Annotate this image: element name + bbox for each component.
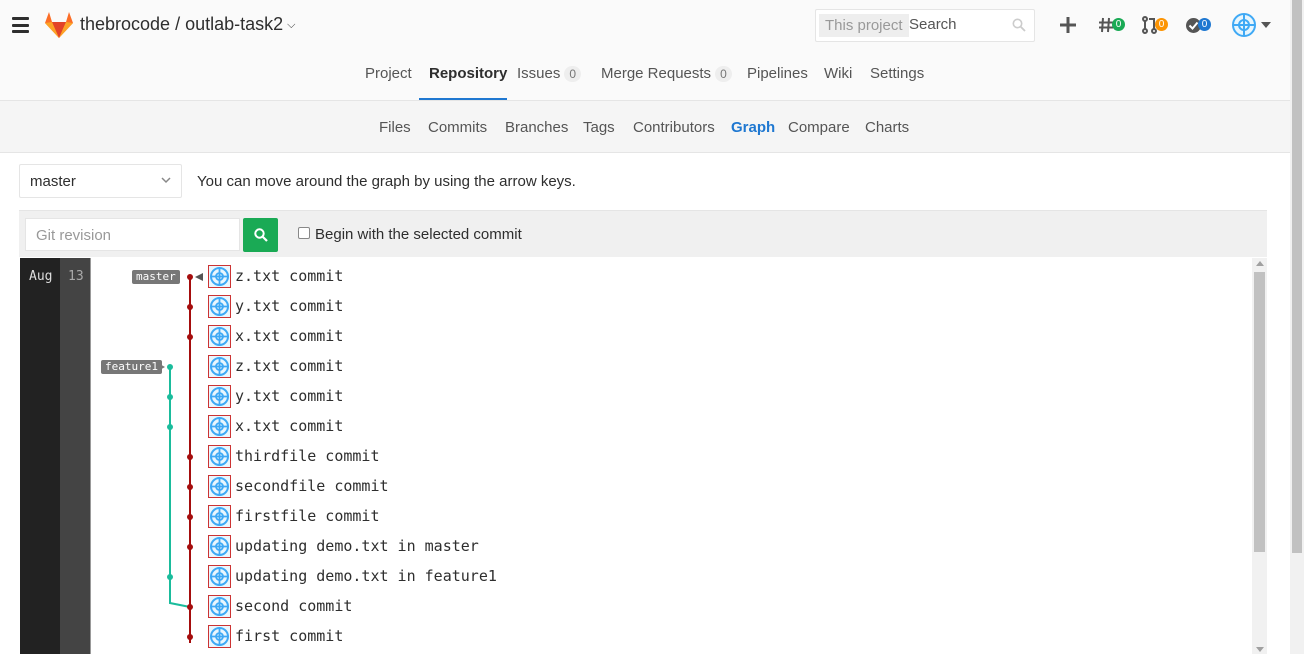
commit-message[interactable]: z.txt commit [235,267,343,285]
tab-project[interactable]: Project [365,65,412,82]
commit-dot[interactable] [167,574,173,580]
author-avatar-icon[interactable] [208,475,231,498]
tab-issues[interactable]: Issues 0 [517,65,582,82]
merge-requests-count: 0 [715,66,732,82]
commit-message[interactable]: x.txt commit [235,327,343,345]
commit-dot[interactable] [167,424,173,430]
branch-select-value: master [30,173,76,190]
search-revision-button[interactable] [243,218,278,252]
chevron-down-icon [161,177,171,184]
active-tab-indicator [419,98,507,100]
project-path[interactable]: thebrocode / outlab-task2 [80,14,283,34]
repository-subnav: Files Commits Branches Tags Contributors… [0,101,1290,153]
tab-merge-requests[interactable]: Merge Requests 0 [601,65,732,82]
begin-selected-commit-label[interactable]: Begin with the selected commit [315,226,522,243]
subtab-commits[interactable]: Commits [428,119,487,136]
subtab-tags[interactable]: Tags [583,119,615,136]
commit-dot[interactable] [187,484,193,490]
commit-dot[interactable] [167,364,173,370]
author-avatar-icon[interactable] [208,595,231,618]
author-avatar-icon[interactable] [208,445,231,468]
commit-dot[interactable] [187,544,193,550]
tab-repository[interactable]: Repository [429,65,507,82]
gitlab-logo-icon[interactable] [44,11,74,39]
commit-message[interactable]: firstfile commit [235,507,380,525]
subtab-files[interactable]: Files [379,119,411,136]
chevron-down-icon[interactable]: ⌵ [287,19,295,31]
page-scrollbar[interactable] [1290,0,1304,654]
commit-dot[interactable] [167,394,173,400]
tab-settings[interactable]: Settings [870,65,924,82]
commit-message[interactable]: first commit [235,627,343,645]
subtab-branches[interactable]: Branches [505,119,568,136]
commit-message[interactable]: y.txt commit [235,387,343,405]
ref-label-master[interactable]: master [132,270,180,284]
commit-dot[interactable] [187,454,193,460]
author-avatar-icon[interactable] [208,565,231,588]
author-avatar-icon[interactable] [208,355,231,378]
graph-hint-text: You can move around the graph by using t… [197,173,576,190]
author-avatar-icon[interactable] [208,295,231,318]
plus-icon[interactable] [1060,17,1076,33]
graph-filter-bar: Git revision Begin with the selected com… [19,210,1267,257]
commit-message[interactable]: z.txt commit [235,357,343,375]
commit-message[interactable]: secondfile commit [235,477,389,495]
ref-label-feature1[interactable]: feature1 [101,360,162,374]
commit-dot[interactable] [187,604,193,610]
project-nav: Project Repository Issues 0 Merge Request… [0,52,1290,101]
commit-message[interactable]: x.txt commit [235,417,343,435]
branch-lines [158,273,203,643]
commit-message[interactable]: thirdfile commit [235,447,380,465]
git-revision-placeholder: Git revision [36,227,112,244]
tab-pipelines[interactable]: Pipelines [747,65,808,82]
issues-count: 0 [564,66,582,82]
tab-merge-requests-label: Merge Requests [601,65,712,82]
begin-selected-commit-checkbox[interactable] [298,227,310,239]
network-graph[interactable]: Aug 13 master feature1 z.txt commit y.txt… [20,258,1267,654]
author-avatar-icon[interactable] [208,385,231,408]
todos-count-badge: 0 [1198,18,1211,31]
search-icon [1012,18,1026,32]
author-avatar-icon[interactable] [208,265,231,288]
merge-requests-count-badge: 0 [1155,18,1168,31]
search-scope-badge[interactable]: This project [819,14,909,37]
project-title[interactable]: thebrocode / outlab-task2 ⌵ [80,14,295,35]
tab-wiki[interactable]: Wiki [824,65,852,82]
scroll-up-arrow-icon[interactable] [1256,261,1264,266]
search-box[interactable]: This project Search [815,9,1035,42]
author-avatar-icon[interactable] [208,325,231,348]
commit-message[interactable]: updating demo.txt in feature1 [235,567,497,585]
search-icon [254,228,268,242]
user-avatar-icon[interactable] [1231,12,1257,38]
head-marker-icon [195,273,203,281]
commit-dot[interactable] [187,634,193,640]
subtab-compare[interactable]: Compare [788,119,850,136]
commit-message[interactable]: y.txt commit [235,297,343,315]
commit-message[interactable]: updating demo.txt in master [235,537,479,555]
commit-dot[interactable] [187,304,193,310]
page-scrollbar-thumb[interactable] [1292,0,1302,553]
issues-count-badge: 0 [1112,18,1125,31]
tab-issues-label: Issues [517,65,561,82]
commit-dot[interactable] [187,274,193,280]
author-avatar-icon[interactable] [208,415,231,438]
git-revision-input[interactable]: Git revision [25,218,240,251]
subtab-contributors[interactable]: Contributors [633,119,715,136]
author-avatar-icon[interactable] [208,535,231,558]
menu-icon[interactable] [12,17,29,33]
subtab-charts[interactable]: Charts [865,119,909,136]
graph-scrollbar[interactable] [1252,258,1267,654]
author-avatar-icon[interactable] [208,625,231,648]
commit-dot[interactable] [187,514,193,520]
scroll-down-arrow-icon[interactable] [1256,647,1264,652]
subtab-graph[interactable]: Graph [731,119,775,136]
commit-dot[interactable] [187,334,193,340]
top-navbar: thebrocode / outlab-task2 ⌵ This project … [0,0,1290,52]
chevron-down-icon[interactable] [1261,22,1271,28]
commit-message[interactable]: second commit [235,597,352,615]
author-avatar-icon[interactable] [208,505,231,528]
branch-select[interactable]: master [19,164,182,198]
search-input[interactable]: Search [909,16,957,33]
graph-scrollbar-thumb[interactable] [1254,272,1265,552]
